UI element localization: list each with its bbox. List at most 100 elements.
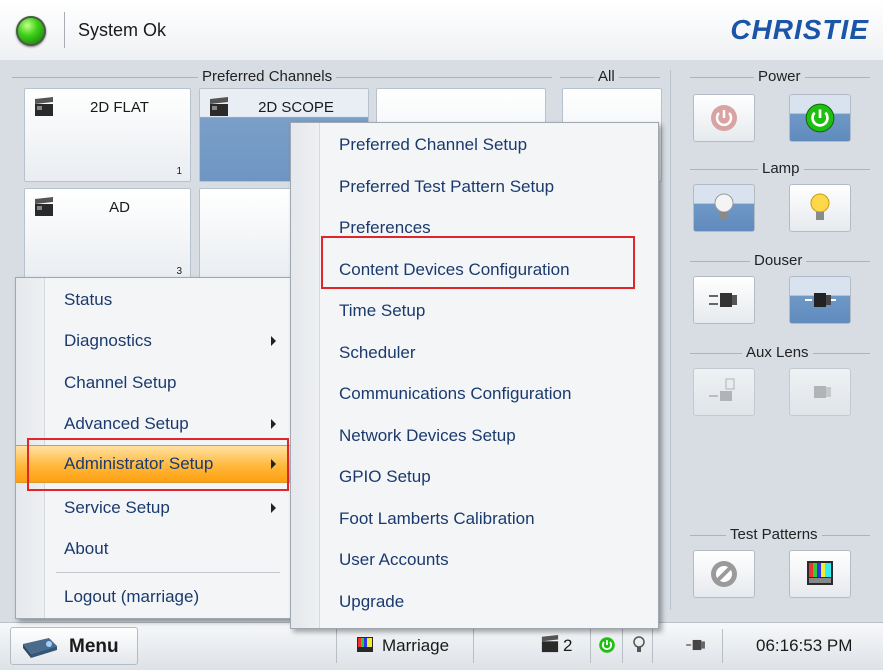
clock-time: 06:16:53 PM — [756, 636, 853, 655]
aux-lens-title: Aux Lens — [742, 344, 813, 361]
submenu-item-user-accounts[interactable]: User Accounts — [291, 542, 658, 578]
submenu-item-label: Upgrade — [339, 592, 405, 611]
prohibited-icon — [711, 561, 737, 587]
channel-tile-ad[interactable]: AD 3 — [24, 188, 191, 282]
test-pattern-icon — [807, 561, 833, 585]
aux-lens-in-button[interactable] — [693, 368, 755, 416]
aux-lens-out-button[interactable] — [789, 368, 851, 416]
test-pattern-icon — [357, 637, 373, 652]
submenu-item-foot-lamberts-calibration[interactable]: Foot Lamberts Calibration — [291, 501, 658, 537]
preferred-channels-title: Preferred Channels — [198, 68, 337, 85]
menu-item-service-setup[interactable]: Service Setup — [16, 490, 290, 526]
submenu-item-label: Scheduler — [339, 343, 416, 362]
channel-count: 2 — [563, 636, 573, 655]
submenu-item-label: Network Devices Setup — [339, 426, 516, 445]
user-name: Marriage — [382, 636, 450, 655]
menu-item-diagnostics[interactable]: Diagnostics — [16, 323, 290, 359]
douser-closed-button[interactable] — [789, 276, 851, 324]
lightbulb-icon — [810, 193, 830, 220]
clapperboard-icon — [35, 97, 53, 116]
submenu-item-preferred-test-pattern-setup[interactable]: Preferred Test Pattern Setup — [291, 169, 658, 205]
annotation-highlight-box — [27, 438, 289, 491]
submenu-item-label: Preferred Test Pattern Setup — [339, 177, 555, 196]
menu-item-label: Service Setup — [64, 498, 170, 517]
channel-number: 1 — [176, 166, 182, 177]
menu-item-status[interactable]: Status — [16, 282, 290, 318]
channel-label: 2D FLAT — [90, 99, 149, 116]
aux-lens-icon — [814, 386, 831, 398]
menu-button[interactable]: Menu — [10, 627, 138, 665]
submenu-item-communications-configuration[interactable]: Communications Configuration — [291, 376, 658, 412]
brand-logo: CHRISTIE — [730, 14, 869, 45]
submenu-item-label: Preferences — [339, 218, 431, 237]
lightbulb-icon — [714, 193, 734, 220]
menu-item-label: Channel Setup — [64, 373, 177, 392]
submenu-item-gpio-setup[interactable]: GPIO Setup — [291, 459, 658, 495]
menu-item-label: About — [64, 539, 109, 558]
test-patterns-title: Test Patterns — [726, 526, 822, 543]
submenu-item-label: Foot Lamberts Calibration — [339, 509, 535, 528]
power-title: Power — [754, 68, 805, 85]
divider — [336, 629, 337, 663]
all-title: All — [594, 68, 619, 85]
test-pattern-off-button[interactable] — [693, 550, 755, 598]
submenu-arrow-icon — [271, 336, 276, 346]
power-icon — [711, 105, 737, 131]
submenu-item-label: Preferred Channel Setup — [339, 135, 528, 154]
lamp-title: Lamp — [758, 160, 804, 177]
divider — [722, 629, 723, 663]
divider — [670, 70, 671, 610]
aux-lens-icon — [709, 378, 735, 401]
power-on-button[interactable] — [789, 94, 851, 142]
power-off-button[interactable] — [693, 94, 755, 142]
submenu-item-time-setup[interactable]: Time Setup — [291, 293, 658, 329]
clapperboard-icon — [541, 635, 559, 653]
submenu-arrow-icon — [271, 503, 276, 513]
douser-title: Douser — [750, 252, 807, 269]
channel-tile-2d-flat[interactable]: 2D FLAT 1 — [24, 88, 191, 182]
submenu-item-label: User Accounts — [339, 550, 449, 569]
menu-item-advanced-setup[interactable]: Advanced Setup — [16, 406, 290, 442]
top-status-bar: System Ok CHRISTIE — [0, 0, 883, 61]
annotation-highlight-box — [321, 236, 635, 289]
divider — [622, 629, 623, 663]
status-text: System Ok — [78, 20, 167, 40]
power-icon — [805, 103, 835, 133]
submenu-item-upgrade[interactable]: Upgrade — [291, 584, 658, 620]
divider — [473, 629, 474, 663]
submenu-item-preferred-channel-setup[interactable]: Preferred Channel Setup — [291, 127, 658, 163]
menu-separator — [56, 572, 280, 573]
bottom-bar: Menu Marriage 2 06:16:53 PM — [0, 622, 883, 670]
projector-icon — [23, 638, 57, 658]
menu-item-label: Advanced Setup — [64, 414, 189, 433]
lamp-off-button[interactable] — [693, 184, 755, 232]
submenu-arrow-icon — [271, 419, 276, 429]
lightbulb-status-icon — [633, 636, 645, 652]
submenu-item-scheduler[interactable]: Scheduler — [291, 335, 658, 371]
administrator-setup-submenu: Preferred Channel Setup Preferred Test P… — [290, 122, 659, 629]
clapperboard-icon — [35, 197, 53, 216]
status-led-icon — [16, 16, 46, 46]
menu-item-logout[interactable]: Logout (marriage) — [16, 579, 290, 615]
submenu-item-network-devices-setup[interactable]: Network Devices Setup — [291, 418, 658, 454]
power-status-icon — [599, 637, 615, 653]
douser-icon — [709, 293, 737, 307]
divider — [590, 629, 591, 663]
submenu-item-label: Communications Configuration — [339, 384, 572, 403]
channel-label: AD — [109, 199, 130, 216]
menu-item-about[interactable]: About — [16, 531, 290, 567]
channel-label: 2D SCOPE — [258, 99, 334, 116]
channel-number: 3 — [176, 266, 182, 277]
clapperboard-icon — [210, 97, 228, 116]
test-pattern-button[interactable] — [789, 550, 851, 598]
divider — [64, 12, 65, 48]
submenu-item-label: GPIO Setup — [339, 467, 431, 486]
menu-item-label: Logout (marriage) — [64, 587, 200, 606]
lamp-on-button[interactable] — [789, 184, 851, 232]
douser-open-button[interactable] — [693, 276, 755, 324]
douser-icon — [805, 293, 836, 307]
menu-label: Menu — [69, 636, 119, 657]
menu-item-label: Status — [64, 290, 113, 309]
menu-item-channel-setup[interactable]: Channel Setup — [16, 365, 290, 401]
menu-item-label: Diagnostics — [64, 331, 152, 350]
